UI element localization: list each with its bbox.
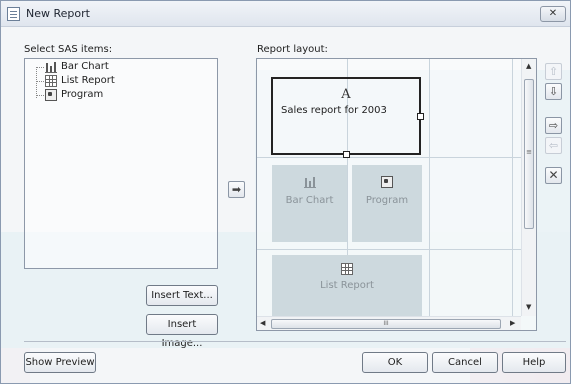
resize-handle[interactable]: [417, 113, 424, 120]
move-down-button[interactable]: ⇩: [545, 83, 562, 100]
text-box-icon: A: [341, 87, 351, 102]
tree-item-label: List Report: [61, 75, 115, 86]
bar-chart-icon: [303, 176, 316, 188]
layout-tile-program[interactable]: Program: [352, 165, 422, 242]
tree-item-label: Program: [61, 89, 104, 100]
remove-item-button[interactable]: ✕: [545, 167, 562, 184]
window-title: New Report: [26, 7, 90, 20]
layout-tile-list-report[interactable]: List Report: [272, 255, 422, 316]
tree-connector: [36, 67, 37, 98]
list-report-icon: [45, 75, 57, 87]
layout-text-box[interactable]: A Sales report for 2003: [271, 77, 421, 155]
scroll-grip: ≡: [526, 148, 532, 156]
report-layout-canvas[interactable]: A Sales report for 2003 Bar Chart Progra…: [256, 58, 537, 331]
bar-chart-icon: [45, 61, 57, 73]
add-to-layout-button[interactable]: ➡: [228, 181, 245, 198]
scroll-grip: III: [383, 320, 389, 327]
tile-label: Bar Chart: [285, 195, 334, 206]
tile-label: Program: [365, 195, 409, 206]
horizontal-scrollbar[interactable]: ◀ III ▶: [257, 316, 521, 330]
report-icon: [7, 7, 20, 21]
help-button[interactable]: Help: [502, 352, 566, 373]
new-report-dialog: New Report ✕ Select SAS items: Bar Chart…: [0, 0, 571, 384]
insert-image-button[interactable]: Insert Image...: [146, 314, 218, 349]
vertical-scrollbar[interactable]: ▲ ≡ ▼: [521, 59, 536, 316]
program-icon: [45, 89, 57, 101]
list-report-icon: [341, 263, 353, 275]
horizontal-scroll-thumb[interactable]: III: [271, 319, 501, 329]
tree-item-label: Bar Chart: [61, 61, 109, 72]
tile-label: List Report: [320, 280, 374, 291]
text-box-caption: Sales report for 2003: [281, 105, 387, 116]
insert-text-button[interactable]: Insert Text...: [146, 285, 218, 306]
footer-divider: [24, 341, 566, 342]
scroll-right-arrow[interactable]: ▶: [510, 319, 515, 327]
move-right-button[interactable]: ⇨: [545, 117, 562, 134]
select-sas-items-label: Select SAS items:: [24, 44, 113, 55]
title-bar: New Report ✕: [1, 1, 570, 27]
scroll-down-arrow[interactable]: ▼: [526, 303, 531, 311]
move-up-button[interactable]: ⇧: [545, 63, 562, 80]
move-left-button[interactable]: ⇦: [545, 137, 562, 154]
report-layout-label: Report layout:: [257, 44, 328, 55]
ok-button[interactable]: OK: [362, 352, 428, 373]
vertical-scroll-thumb[interactable]: ≡: [524, 79, 534, 229]
cancel-button[interactable]: Cancel: [432, 352, 498, 373]
sas-items-tree[interactable]: Bar Chart List Report Program: [24, 58, 218, 269]
show-preview-button[interactable]: Show Preview: [24, 352, 96, 373]
layout-tile-bar-chart[interactable]: Bar Chart: [272, 165, 347, 242]
scroll-up-arrow[interactable]: ▲: [526, 62, 531, 70]
resize-handle[interactable]: [343, 151, 350, 158]
scroll-left-arrow[interactable]: ◀: [260, 319, 265, 327]
program-icon: [381, 176, 393, 188]
close-button[interactable]: ✕: [540, 6, 566, 22]
